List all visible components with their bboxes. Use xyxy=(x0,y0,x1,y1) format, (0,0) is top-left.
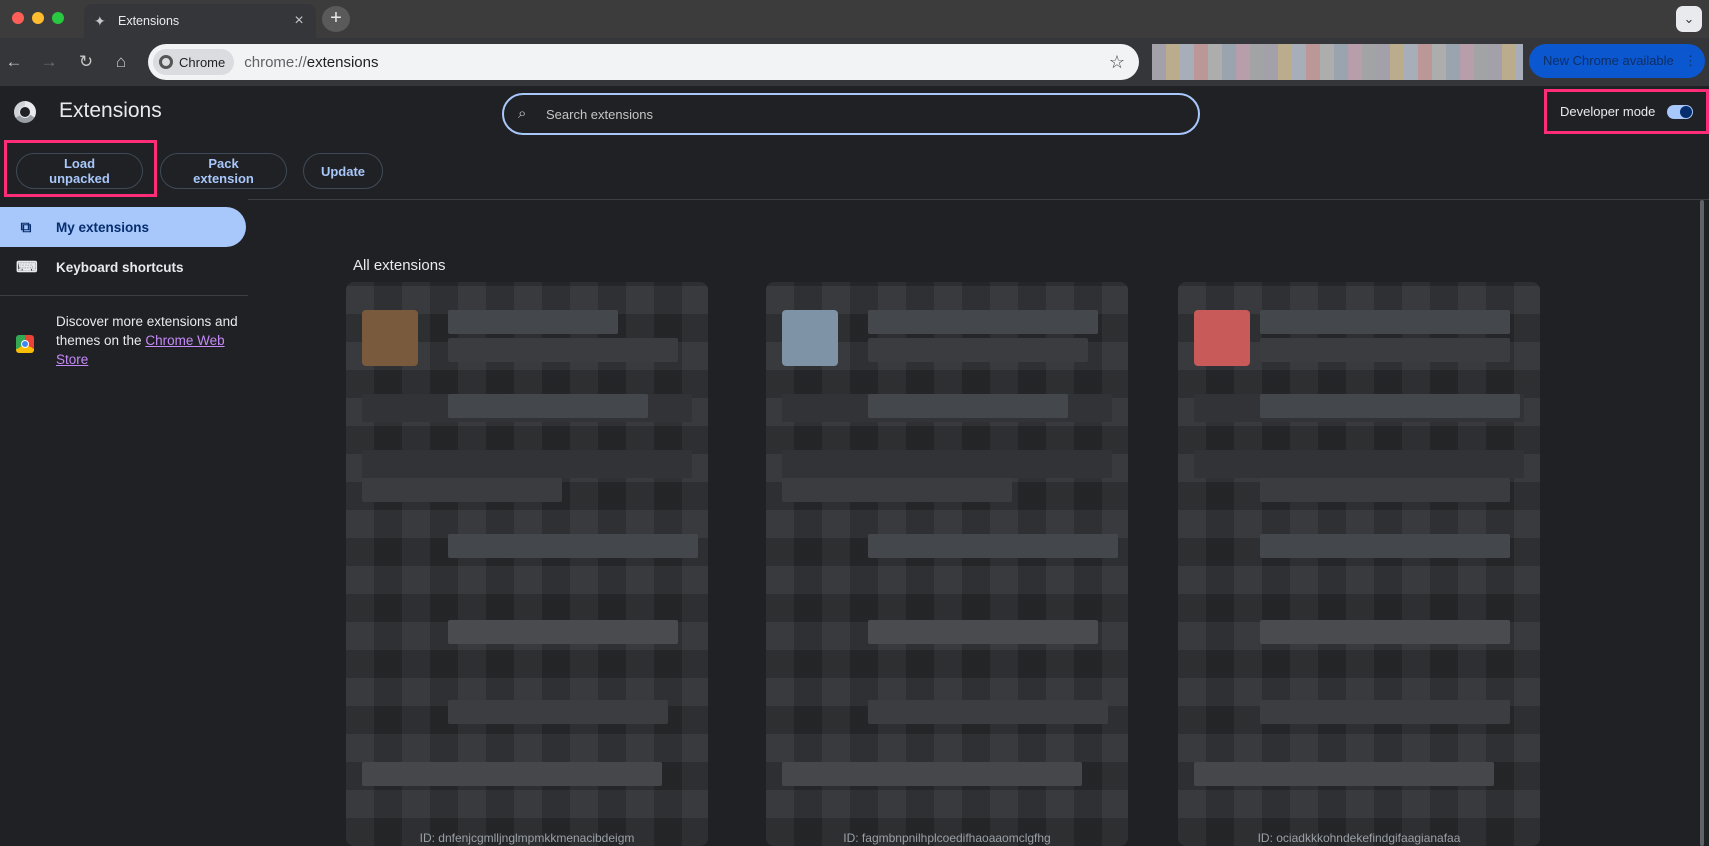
tab-title: Extensions xyxy=(118,14,180,28)
extension-id: ID: ociadkkkohndekefindgifaagianafaa xyxy=(1257,831,1461,845)
new-tab-button[interactable]: + xyxy=(322,6,350,32)
extension-details-redacted xyxy=(868,534,1118,558)
extension-details-redacted xyxy=(782,450,1112,478)
extension-description-redacted xyxy=(448,394,648,418)
extension-details-redacted xyxy=(448,534,698,558)
browser-toolbar: ← → ↻ ⌂ Chrome chrome://extensions ☆ New… xyxy=(0,38,1709,86)
extension-details-redacted xyxy=(868,700,1108,724)
extension-icon xyxy=(362,310,418,366)
extension-details-redacted xyxy=(1260,534,1510,558)
chrome-web-store-icon xyxy=(16,335,34,353)
extension-details-redacted xyxy=(362,762,662,786)
url-scheme: chrome:// xyxy=(244,53,307,71)
sidebar-divider xyxy=(0,295,248,296)
reload-icon[interactable]: ↻ xyxy=(76,52,96,72)
pixelated-extension-icons xyxy=(1152,44,1523,80)
pack-extension-button[interactable]: Pack extension xyxy=(160,153,287,189)
update-pill-label: New Chrome available xyxy=(1543,53,1674,68)
back-arrow-icon[interactable]: ← xyxy=(4,52,24,72)
extension-details-redacted xyxy=(1260,620,1510,644)
developer-mode-highlight: Developer mode xyxy=(1544,89,1709,134)
extension-details-redacted xyxy=(782,762,1082,786)
extension-name-redacted xyxy=(448,310,618,334)
search-extensions-box[interactable]: ⌕ xyxy=(502,93,1200,135)
extension-details-redacted xyxy=(362,450,692,478)
bookmark-star-icon[interactable]: ☆ xyxy=(1105,52,1129,73)
url-text[interactable]: chrome://extensions xyxy=(244,54,1105,71)
extension-details-redacted xyxy=(782,478,1012,502)
extension-details-redacted xyxy=(1260,700,1510,724)
extension-details-redacted xyxy=(448,700,668,724)
page-scrollbar[interactable] xyxy=(1700,200,1704,846)
section-title: All extensions xyxy=(353,257,446,274)
developer-mode-label: Developer mode xyxy=(1560,104,1656,119)
sidebar-item-keyboard-shortcuts[interactable]: ⌨ Keyboard shortcuts xyxy=(0,247,246,287)
tab-extensions[interactable]: ✦ Extensions × xyxy=(84,4,316,38)
sidebar-item-my-extensions[interactable]: ⧉ My extensions xyxy=(0,207,246,247)
update-button[interactable]: Update xyxy=(303,153,383,189)
developer-mode-toggle[interactable] xyxy=(1667,104,1694,119)
forward-arrow-icon[interactable]: → xyxy=(39,52,59,72)
site-chip-label: Chrome xyxy=(179,54,226,70)
extension-details-redacted xyxy=(362,478,562,502)
tab-search-button[interactable]: ⌄ xyxy=(1676,6,1702,32)
extension-version-redacted xyxy=(868,338,1088,362)
extension-details-redacted xyxy=(1194,450,1524,478)
extension-icon xyxy=(782,310,838,366)
sidebar-item-label: Keyboard shortcuts xyxy=(56,259,184,275)
extension-id: ID: dnfenjcgmlljnglmpmkkmenacibdeigm xyxy=(419,831,635,845)
extension-details-redacted xyxy=(448,620,678,644)
extension-description-redacted xyxy=(868,394,1068,418)
puzzle-icon: ✦ xyxy=(94,13,106,29)
extension-card: ID: dnfenjcgmlljnglmpmkkmenacibdeigm xyxy=(346,282,708,846)
close-tab-icon[interactable]: × xyxy=(290,12,308,30)
site-info-chip[interactable]: Chrome xyxy=(153,49,235,75)
keyboard-icon: ⌨ xyxy=(16,259,38,276)
search-icon: ⌕ xyxy=(518,105,527,122)
maximize-window-button[interactable] xyxy=(52,12,64,24)
new-chrome-available-button[interactable]: New Chrome available ⋮ xyxy=(1529,44,1705,78)
url-path: extensions xyxy=(306,53,379,71)
extension-card: ID: ociadkkkohndekefindgifaagianafaa xyxy=(1178,282,1540,846)
extension-details-redacted xyxy=(868,620,1098,644)
extension-card: ID: fagmbnpnilhplcoedifhaoaaomclgfhg xyxy=(766,282,1128,846)
extension-name-redacted xyxy=(868,310,1098,334)
page-title: Extensions xyxy=(59,99,162,122)
sidebar: ⧉ My extensions ⌨ Keyboard shortcuts Dis… xyxy=(0,199,248,846)
extension-details-redacted xyxy=(1260,478,1510,502)
extension-name-redacted xyxy=(1260,310,1510,334)
extension-version-redacted xyxy=(1260,338,1510,362)
tab-strip: ✦ Extensions × + ⌄ xyxy=(0,0,1709,38)
extension-details-redacted xyxy=(1194,762,1494,786)
extension-id: ID: fagmbnpnilhplcoedifhaoaaomclgfhg xyxy=(843,831,1051,845)
more-menu-icon[interactable]: ⋮ xyxy=(1684,44,1697,78)
puzzle-outline-icon: ⧉ xyxy=(20,218,32,236)
extension-icon xyxy=(1194,310,1250,366)
load-unpacked-button[interactable]: Load unpacked xyxy=(16,153,143,189)
chrome-logo-icon xyxy=(14,101,36,123)
home-icon[interactable]: ⌂ xyxy=(111,52,131,72)
close-window-button[interactable] xyxy=(12,12,24,24)
minimize-window-button[interactable] xyxy=(32,12,44,24)
chrome-logo-icon xyxy=(159,55,173,69)
search-input[interactable] xyxy=(544,105,1198,123)
sidebar-item-label: My extensions xyxy=(56,219,150,235)
extension-version-redacted xyxy=(448,338,678,362)
extension-description-redacted xyxy=(1260,394,1520,418)
address-bar[interactable]: Chrome chrome://extensions ☆ xyxy=(148,44,1139,80)
